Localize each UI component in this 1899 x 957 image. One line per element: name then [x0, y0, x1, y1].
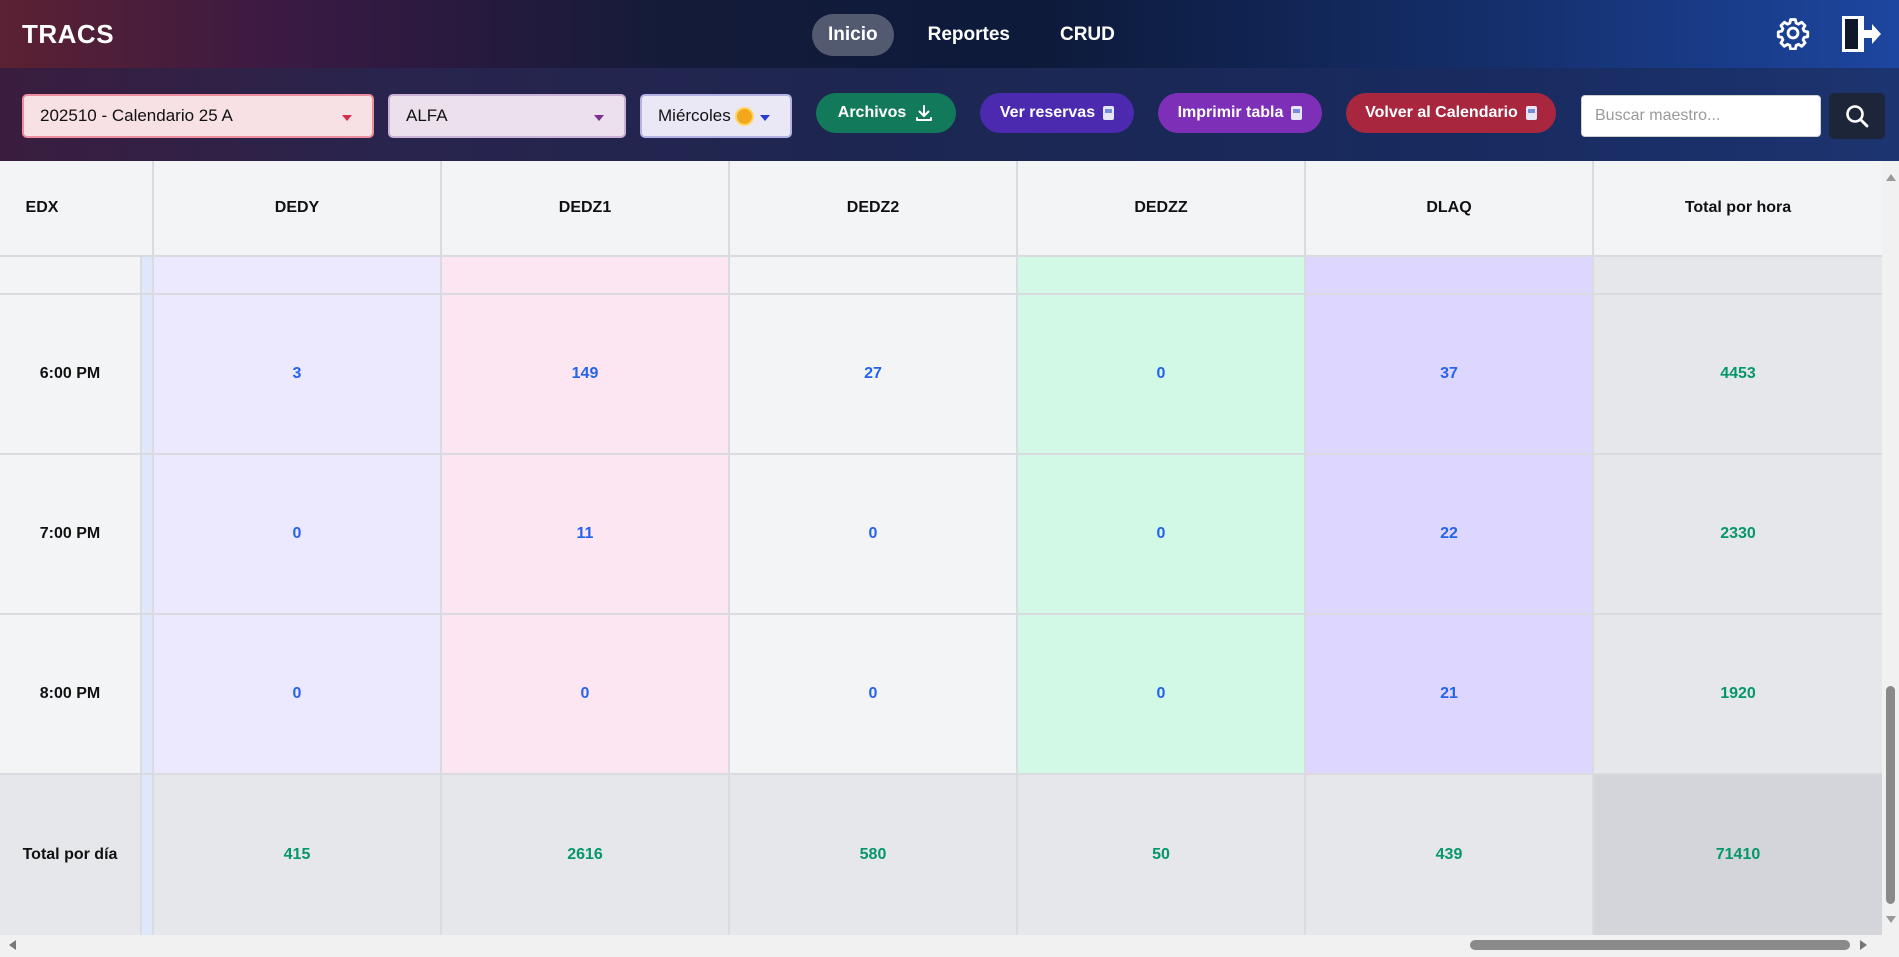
column-header-dlaq: DLAQ — [1306, 161, 1594, 257]
value-cell[interactable]: 0 — [1018, 455, 1306, 615]
horizontal-scrollbar[interactable] — [0, 935, 1899, 957]
value-cell[interactable]: 0 — [154, 615, 442, 775]
spacer-cell — [0, 257, 142, 295]
day-select-value: Miércoles — [658, 106, 731, 125]
vertical-scroll-thumb[interactable] — [1886, 686, 1895, 904]
search-button[interactable] — [1829, 93, 1885, 139]
day-total-cell: 2616 — [442, 775, 730, 935]
ver-reservas-label: Ver reservas — [999, 104, 1096, 121]
hour-total-cell: 4453 — [1594, 295, 1882, 455]
row-strip — [142, 775, 154, 935]
spacer-cell — [154, 257, 442, 295]
calendar-select-value: 202510 - Calendario 25 A — [40, 106, 233, 125]
hour-label: 8:00 PM — [0, 615, 142, 775]
grand-total-cell: 71410 — [1594, 775, 1882, 935]
chevron-down-icon — [760, 115, 770, 121]
hour-total-cell: 2330 — [1594, 455, 1882, 615]
hour-label: 6:00 PM — [0, 295, 142, 455]
column-header-total-por-hora: Total por hora — [1594, 161, 1882, 257]
nav-reportes[interactable]: Reportes — [912, 14, 1026, 56]
column-header-dedy: DEDY — [154, 161, 442, 257]
column-header-dedz2: DEDZ2 — [730, 161, 1018, 257]
search-icon — [1846, 105, 1869, 128]
day-total-cell: 50 — [1018, 775, 1306, 935]
hour-total-cell: 1920 — [1594, 615, 1882, 775]
archivos-button[interactable]: Archivos — [816, 93, 956, 133]
value-cell[interactable]: 0 — [442, 615, 730, 775]
ver-reservas-button[interactable]: Ver reservas — [980, 93, 1134, 133]
horizontal-scroll-thumb[interactable] — [1470, 940, 1850, 950]
value-cell[interactable]: 0 — [154, 455, 442, 615]
toolbar: 202510 - Calendario 25 A ALFA Miércoles … — [0, 68, 1899, 161]
group-select[interactable]: ALFA — [388, 94, 626, 138]
value-cell[interactable]: 21 — [1306, 615, 1594, 775]
printer-icon — [1291, 106, 1303, 120]
value-cell[interactable]: 22 — [1306, 455, 1594, 615]
archivos-label: Archivos — [837, 104, 907, 121]
spacer-strip — [142, 257, 154, 295]
value-cell[interactable]: 0 — [1018, 295, 1306, 455]
brand-logo[interactable]: TRACS — [22, 19, 114, 50]
hour-label: 7:00 PM — [0, 455, 142, 615]
spacer-cell — [1306, 257, 1594, 295]
download-icon — [916, 105, 933, 121]
calendar-icon — [1525, 106, 1537, 120]
spacer-cell — [1018, 257, 1306, 295]
value-cell[interactable]: 11 — [442, 455, 730, 615]
totals-row-label: Total por día — [0, 775, 142, 935]
row-strip — [142, 295, 154, 455]
scroll-up-icon[interactable] — [1886, 174, 1896, 181]
imprimir-tabla-label: Imprimir tabla — [1177, 104, 1284, 121]
value-cell[interactable]: 27 — [730, 295, 1018, 455]
nav-links: Inicio Reportes CRUD — [812, 13, 1131, 57]
day-select[interactable]: Miércoles — [640, 94, 792, 138]
chevron-down-icon — [594, 115, 604, 121]
chevron-down-icon — [342, 115, 352, 121]
spacer-cell — [730, 257, 1018, 295]
scroll-down-icon[interactable] — [1886, 916, 1896, 923]
value-cell[interactable]: 37 — [1306, 295, 1594, 455]
scroll-left-icon[interactable] — [9, 940, 16, 950]
sun-icon — [736, 108, 752, 124]
group-select-value: ALFA — [406, 106, 448, 125]
nav-crud[interactable]: CRUD — [1044, 14, 1131, 56]
row-strip — [142, 455, 154, 615]
column-header-edx: EDX — [0, 161, 154, 257]
scroll-right-icon[interactable] — [1860, 940, 1867, 950]
volver-calendario-button[interactable]: Volver al Calendario — [1346, 93, 1556, 133]
volver-calendario-label: Volver al Calendario — [1365, 104, 1518, 121]
value-cell[interactable]: 0 — [730, 455, 1018, 615]
day-total-cell: 439 — [1306, 775, 1594, 935]
calendar-card-icon — [1103, 106, 1115, 120]
logout-icon[interactable] — [1838, 12, 1882, 56]
day-total-cell: 415 — [154, 775, 442, 935]
column-header-dedz1: DEDZ1 — [442, 161, 730, 257]
value-cell[interactable]: 3 — [154, 295, 442, 455]
calendar-select[interactable]: 202510 - Calendario 25 A — [22, 94, 374, 138]
vertical-scrollbar[interactable] — [1882, 161, 1899, 935]
gear-icon[interactable] — [1776, 16, 1810, 50]
search-input[interactable] — [1581, 95, 1821, 137]
nav-inicio[interactable]: Inicio — [812, 14, 894, 56]
top-nav: TRACS Inicio Reportes CRUD — [0, 0, 1899, 68]
schedule-table: EDX DEDY DEDZ1 DEDZ2 DEDZZ DLAQ Total po… — [0, 161, 1882, 935]
imprimir-tabla-button[interactable]: Imprimir tabla — [1158, 93, 1322, 133]
row-strip — [142, 615, 154, 775]
day-total-cell: 580 — [730, 775, 1018, 935]
column-header-dedzz: DEDZZ — [1018, 161, 1306, 257]
spacer-cell — [1594, 257, 1882, 295]
value-cell[interactable]: 0 — [730, 615, 1018, 775]
spacer-cell — [442, 257, 730, 295]
value-cell[interactable]: 0 — [1018, 615, 1306, 775]
value-cell[interactable]: 149 — [442, 295, 730, 455]
